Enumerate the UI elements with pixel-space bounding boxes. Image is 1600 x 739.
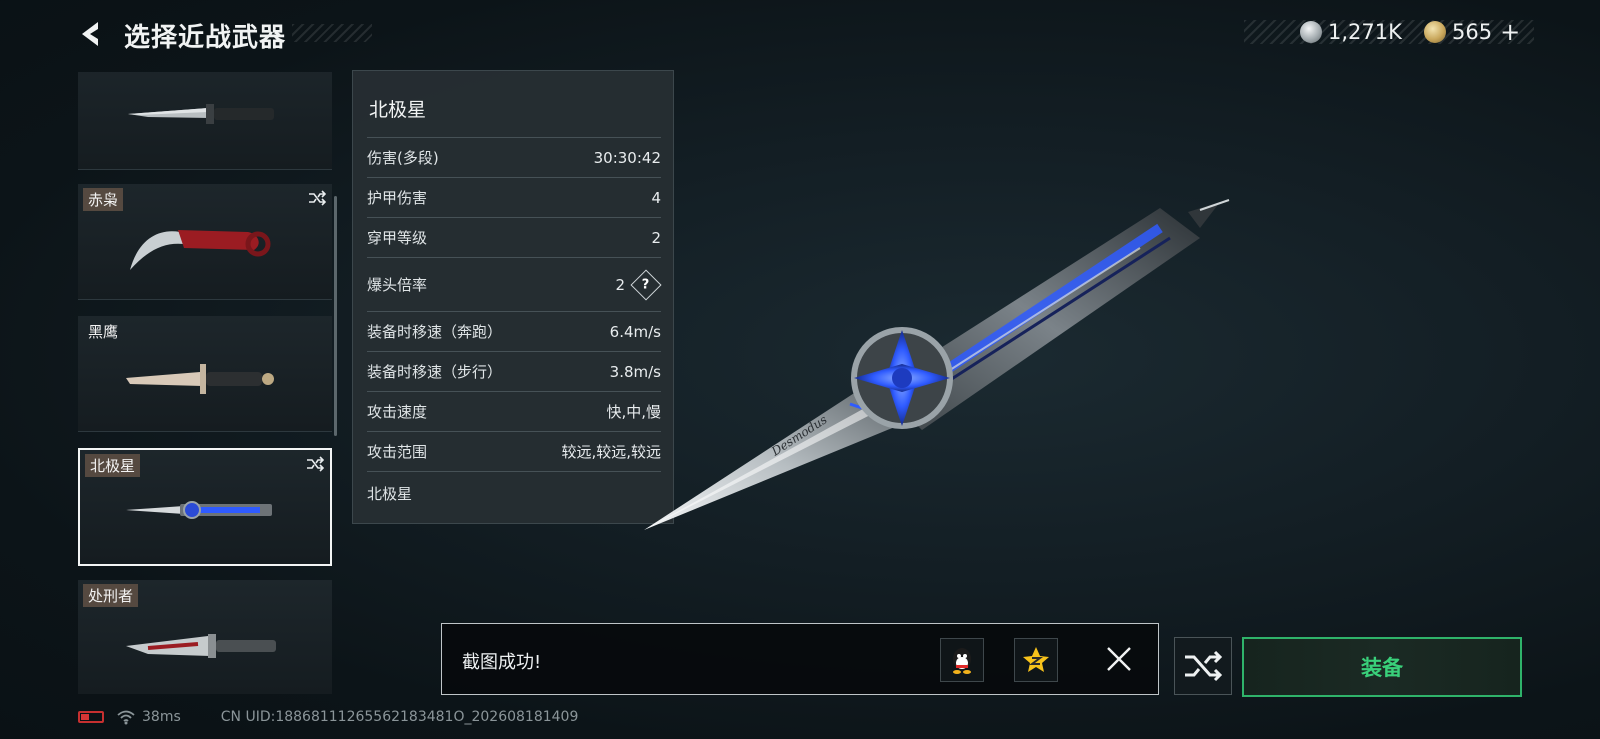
silver-currency[interactable]: 1,271K [1300,18,1402,46]
stat-label: 护甲伤害 [367,189,428,207]
panel-footer-text: 北极星 [367,485,413,503]
panel-weapon-name: 北极星 [369,99,427,121]
user-uid: CN UID:18868111265562183481O_20260818140… [220,709,579,725]
battery-low-icon [78,711,104,723]
equip-button-label: 装备 [1361,656,1403,680]
close-icon[interactable] [1104,644,1134,674]
back-arrow-icon[interactable] [76,18,108,50]
weapon-card[interactable] [78,72,332,170]
stat-row-headshot: 爆头倍率 2 ? [367,257,662,311]
black-hawk-knife-image [126,364,274,394]
page-title: 选择近战武器 [124,23,287,53]
stat-row-walk-speed: 装备时移速（步行） 3.8m/s [367,351,661,391]
add-currency-icon[interactable]: + [1500,18,1520,46]
silver-currency-value: 1,271K [1328,20,1402,44]
toast-message: 截图成功! [462,652,542,673]
executioner-knife-image [126,634,276,658]
qzone-icon [1023,647,1049,672]
qq-icon [953,648,971,674]
weapon-card-label: 黑鹰 [88,323,119,341]
panel-footer: 北极星 [367,471,661,515]
silver-coin-icon [1300,21,1322,43]
stat-row-armor-damage: 护甲伤害 4 [367,177,661,217]
shuffle-icon [1185,650,1223,682]
screenshot-toast: 截图成功! [441,623,1159,695]
skin-shuffle-icon [307,456,324,472]
stat-label: 装备时移速（步行） [367,363,503,381]
weapon-card[interactable]: 赤枭 [78,184,332,300]
equip-button[interactable]: 装备 [1242,637,1522,697]
weapon-card[interactable]: 处刑者 [78,580,332,694]
stat-row-penetration: 穿甲等级 2 [367,217,661,257]
stat-row-attack-range: 攻击范围 较远,较远,较远 [367,431,661,471]
share-qq-button[interactable] [940,638,984,682]
wifi-icon [117,710,135,725]
weapon-stats-panel: 北极星 伤害(多段) 30:30:42 护甲伤害 4 穿甲等级 2 爆头倍率 2… [352,70,674,524]
combat-knife-image [128,104,274,124]
weapon-card-label: 北极星 [85,454,141,477]
stat-label: 装备时移速（奔跑） [367,323,503,341]
weapon-card[interactable]: 黑鹰 [78,316,332,432]
weapon-card-selected[interactable]: 北极星 [78,448,332,566]
random-skin-button[interactable] [1174,637,1232,695]
stat-row-run-speed: 装备时移速（奔跑） 6.4m/s [367,311,661,351]
stat-row-attack-speed: 攻击速度 快,中,慢 [367,391,661,431]
gold-coin-icon [1424,21,1446,43]
skin-shuffle-icon [309,190,326,206]
share-qzone-button[interactable] [1014,638,1058,682]
gold-currency-value: 565 [1452,20,1493,44]
karambit-image [130,230,271,270]
stat-label: 穿甲等级 [367,229,428,247]
stat-value: 2 [615,275,625,294]
stat-label: 攻击速度 [367,403,428,421]
polaris-knife-image [126,501,272,519]
stat-label: 伤害(多段) [367,149,439,167]
status-bar: 38ms CN UID:18868111265562183481O_202608… [78,707,578,727]
title-decoration [292,24,372,42]
list-scrollbar[interactable] [334,196,337,436]
gold-currency[interactable]: 565 + [1424,18,1520,46]
stat-row-damage: 伤害(多段) 30:30:42 [367,137,661,177]
stat-value: 30:30:42 [593,148,661,167]
weapon-list[interactable]: 赤枭 黑鹰 北极星 处刑者 [78,72,332,694]
weapon-card-label: 赤枭 [83,188,124,211]
polaris-knife-render: Desmodus [644,199,1230,530]
weapon-card-label: 处刑者 [83,584,139,607]
stat-label: 攻击范围 [367,443,428,461]
ping-value: 38ms [142,709,181,725]
stat-label: 爆头倍率 [367,276,428,294]
